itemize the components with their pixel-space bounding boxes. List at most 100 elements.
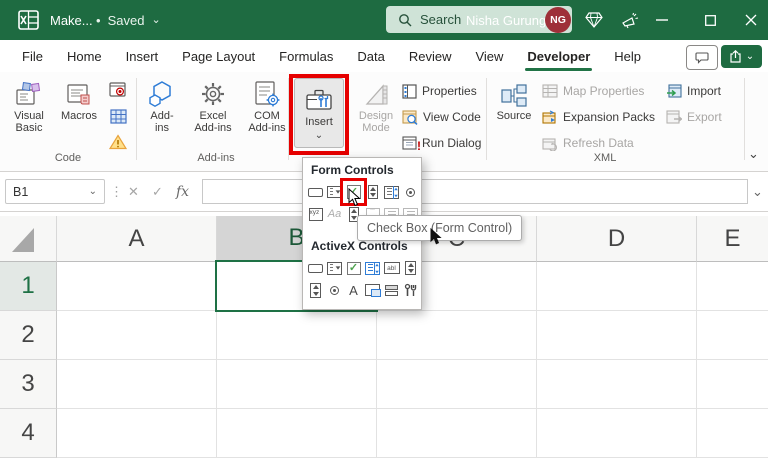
view-code-button[interactable]: View Code xyxy=(402,106,481,128)
cell-d1[interactable] xyxy=(537,262,697,311)
macros-button[interactable]: Macros xyxy=(56,76,102,150)
column-header-d[interactable]: D xyxy=(537,216,697,262)
table-row: 4 xyxy=(0,409,768,458)
activex-controls-header: ActiveX Controls xyxy=(311,239,408,253)
tab-review[interactable]: Review xyxy=(397,40,464,72)
row-header-1[interactable]: 1 xyxy=(0,262,57,311)
cell-a4[interactable] xyxy=(57,409,217,458)
table-row: 2 xyxy=(0,311,768,360)
properties-button[interactable]: Properties xyxy=(402,80,477,102)
export-button[interactable]: Export xyxy=(666,106,722,128)
user-name[interactable]: Nisha Gurung xyxy=(466,0,546,40)
save-status[interactable]: • Saved ⌄ xyxy=(96,0,161,40)
select-all-corner[interactable] xyxy=(0,216,57,262)
ax-option-button-icon[interactable] xyxy=(325,279,344,301)
cell-e1[interactable] xyxy=(697,262,768,311)
cell-d3[interactable] xyxy=(537,360,697,409)
ax-label-icon[interactable]: A xyxy=(344,279,363,301)
map-properties-button[interactable]: Map Properties xyxy=(542,80,644,102)
visual-basic-button[interactable]: Visual Basic xyxy=(4,76,54,150)
share-icon xyxy=(729,50,742,63)
cell-c2[interactable] xyxy=(377,311,537,360)
cell-a2[interactable] xyxy=(57,311,217,360)
tab-file[interactable]: File xyxy=(10,40,55,72)
enter-check-icon[interactable]: ✓ xyxy=(152,179,163,204)
minimize-button[interactable] xyxy=(644,0,680,40)
comments-button[interactable] xyxy=(686,45,718,70)
ax-toggle-button-icon[interactable] xyxy=(382,279,401,301)
premium-diamond-icon[interactable] xyxy=(578,0,610,40)
column-header-e[interactable]: E xyxy=(697,216,768,262)
com-add-ins-button[interactable]: COM Add-ins xyxy=(241,76,293,150)
use-relative-references-button[interactable] xyxy=(106,104,130,128)
avatar[interactable]: NG xyxy=(545,7,571,33)
close-button[interactable] xyxy=(736,0,766,40)
expansion-packs-button[interactable]: Expansion Packs xyxy=(542,106,655,128)
row-header-3[interactable]: 3 xyxy=(0,360,57,409)
form-label-icon[interactable]: xyz xyxy=(306,203,325,225)
cell-b4[interactable] xyxy=(217,409,377,458)
drag-handle-icon[interactable]: ⋮ xyxy=(110,179,123,204)
cell-a1[interactable] xyxy=(57,262,217,311)
design-mode-button[interactable]: Design Mode xyxy=(352,76,400,150)
ax-combo-box-icon[interactable] xyxy=(325,257,344,279)
cell-d2[interactable] xyxy=(537,311,697,360)
ax-image-icon[interactable] xyxy=(363,279,382,301)
maximize-button[interactable] xyxy=(692,0,728,40)
cell-c4[interactable] xyxy=(377,409,537,458)
tab-help[interactable]: Help xyxy=(602,40,653,72)
formula-input[interactable] xyxy=(202,179,748,204)
cancel-icon[interactable]: ✕ xyxy=(128,179,139,204)
cell-e3[interactable] xyxy=(697,360,768,409)
column-header-a[interactable]: A xyxy=(57,216,217,262)
cell-e4[interactable] xyxy=(697,409,768,458)
tab-page-layout[interactable]: Page Layout xyxy=(170,40,267,72)
chevron-down-icon: ⌄ xyxy=(745,50,755,62)
import-icon xyxy=(666,84,682,98)
collapse-ribbon-chevron[interactable]: ⌄ xyxy=(748,146,759,162)
row-header-4[interactable]: 4 xyxy=(0,409,57,458)
add-ins-button[interactable]: Add-ins xyxy=(141,76,183,150)
tab-home[interactable]: Home xyxy=(55,40,114,72)
view-code-icon xyxy=(402,109,418,125)
record-macro-button[interactable] xyxy=(106,78,130,102)
tab-formulas[interactable]: Formulas xyxy=(267,40,345,72)
source-button[interactable]: Source xyxy=(492,76,536,150)
tab-view[interactable]: View xyxy=(463,40,515,72)
search-placeholder: Search xyxy=(420,12,462,27)
ax-check-box-icon[interactable]: ✓ xyxy=(344,257,363,279)
form-option-button-icon[interactable] xyxy=(401,181,420,203)
ax-command-button-icon[interactable] xyxy=(306,257,325,279)
import-button[interactable]: Import xyxy=(666,80,721,102)
form-list-box-icon[interactable] xyxy=(382,181,401,203)
tab-data[interactable]: Data xyxy=(345,40,396,72)
ax-spin-button-icon[interactable] xyxy=(401,257,420,279)
ax-more-controls-icon[interactable] xyxy=(401,279,420,301)
cell-d4[interactable] xyxy=(537,409,697,458)
ax-scroll-bar-icon[interactable] xyxy=(306,279,325,301)
insert-function-button[interactable]: fx xyxy=(176,179,189,204)
ax-text-box-icon[interactable]: abl xyxy=(382,257,401,279)
cell-b3[interactable] xyxy=(217,360,377,409)
name-box[interactable]: B1 ⌄ xyxy=(5,179,105,204)
visual-basic-icon xyxy=(15,76,43,108)
tab-developer[interactable]: Developer xyxy=(515,40,602,72)
cell-b2[interactable] xyxy=(217,311,377,360)
expand-formula-bar-chevron[interactable]: ⌄ xyxy=(752,179,763,204)
cell-a3[interactable] xyxy=(57,360,217,409)
run-dialog-button[interactable]: ! Run Dialog xyxy=(402,132,481,154)
tab-insert[interactable]: Insert xyxy=(114,40,171,72)
excel-logo-icon[interactable] xyxy=(12,0,44,40)
row-header-2[interactable]: 2 xyxy=(0,311,57,360)
refresh-data-button[interactable]: Refresh Data xyxy=(542,132,634,154)
megaphone-icon[interactable] xyxy=(614,0,646,40)
share-button[interactable]: ⌄ xyxy=(721,45,762,68)
macro-security-button[interactable] xyxy=(106,130,130,154)
ax-list-box-icon[interactable] xyxy=(363,257,382,279)
cell-e2[interactable] xyxy=(697,311,768,360)
excel-add-ins-button[interactable]: Excel Add-ins xyxy=(187,76,239,150)
form-button-icon[interactable] xyxy=(306,181,325,203)
comment-icon xyxy=(695,51,709,64)
cell-c3[interactable] xyxy=(377,360,537,409)
form-text-field-icon[interactable]: Aa xyxy=(325,203,344,225)
